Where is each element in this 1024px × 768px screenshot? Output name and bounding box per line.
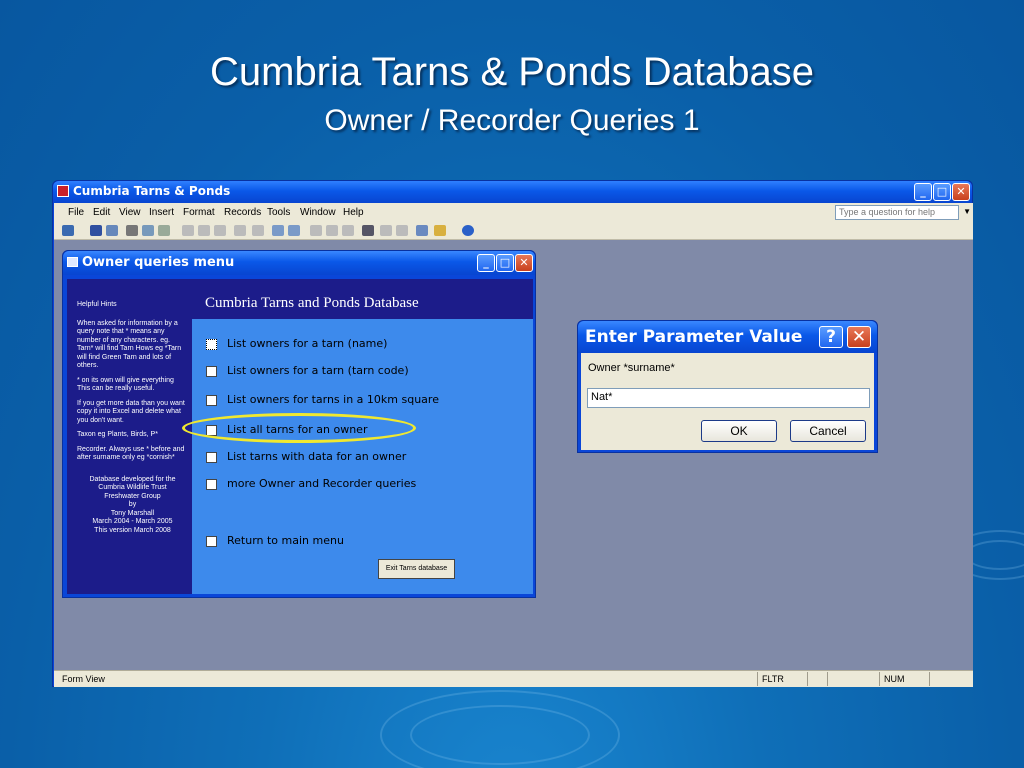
- checkbox-icon[interactable]: [206, 452, 217, 463]
- chevron-down-icon[interactable]: ▼: [963, 207, 971, 216]
- menu-tools[interactable]: Tools: [267, 207, 290, 218]
- option-label: List owners for a tarn (tarn code): [227, 364, 409, 377]
- delete-record-icon[interactable]: [396, 225, 408, 236]
- hint-text: * on its own will give everything This c…: [77, 376, 174, 393]
- database-window-icon[interactable]: [416, 225, 428, 236]
- option-label: List owners for a tarn (name): [227, 337, 388, 350]
- sort-ascending-icon[interactable]: [272, 225, 284, 236]
- menu-help[interactable]: Help: [343, 207, 364, 218]
- dialog-title: Enter Parameter Value: [585, 327, 803, 347]
- form-icon: [67, 257, 78, 267]
- cancel-button[interactable]: Cancel: [790, 420, 866, 442]
- hints-heading: Helpful Hints: [77, 301, 117, 308]
- form-maximize-button[interactable]: □: [496, 254, 514, 272]
- new-record-icon[interactable]: [380, 225, 392, 236]
- checkbox-icon[interactable]: [206, 536, 217, 547]
- dialog-body: Owner *surname* Nat* OK Cancel: [581, 353, 874, 450]
- apply-filter-icon[interactable]: [342, 225, 354, 236]
- find-icon[interactable]: [362, 225, 374, 236]
- minimize-button[interactable]: _: [914, 183, 932, 201]
- status-blank-cell: [807, 672, 827, 686]
- cut-icon[interactable]: [182, 225, 194, 236]
- slide-title: Cumbria Tarns & Ponds Database: [209, 50, 815, 94]
- parameter-prompt: Owner *surname*: [588, 362, 675, 374]
- hint-text: If you get more data than you want copy …: [77, 399, 185, 424]
- undo-icon[interactable]: [234, 225, 246, 236]
- highlight-ellipse: [182, 413, 416, 443]
- access-key-icon: [57, 185, 69, 197]
- checkbox-icon[interactable]: [206, 479, 217, 490]
- option-label: List tarns with data for an owner: [227, 450, 407, 463]
- insert-hyperlink-icon[interactable]: [252, 225, 264, 236]
- view-icon[interactable]: [62, 225, 74, 236]
- water-ripple: [410, 705, 590, 765]
- dialog-titlebar[interactable]: Enter Parameter Value ? ✕: [578, 321, 877, 353]
- credit-line: Database developed for the: [89, 475, 176, 483]
- parameter-input[interactable]: Nat*: [587, 388, 870, 408]
- credit-line: Tony Marshall: [110, 509, 155, 517]
- toolbar: [54, 222, 973, 240]
- status-view-mode: Form View: [62, 674, 105, 684]
- hint-text: When asked for information by a query no…: [77, 319, 182, 370]
- status-filter-indicator: FLTR: [757, 672, 807, 686]
- save-icon[interactable]: [90, 225, 102, 236]
- dialog-close-icon[interactable]: ✕: [847, 326, 871, 348]
- menu-format[interactable]: Format: [183, 207, 215, 218]
- menu-file[interactable]: File: [68, 207, 84, 218]
- form-title: Owner queries menu: [82, 255, 235, 270]
- option-label: List owners for tarns in a 10km square: [227, 393, 439, 406]
- status-blank-cell: [827, 672, 877, 686]
- copy-icon[interactable]: [198, 225, 210, 236]
- close-button[interactable]: ✕: [952, 183, 970, 201]
- exit-database-button[interactable]: Exit Tarns database: [378, 559, 455, 579]
- credit-line: by: [128, 501, 137, 508]
- option-label: Return to main menu: [227, 534, 344, 547]
- checkbox-icon[interactable]: [206, 366, 217, 377]
- menu-window[interactable]: Window: [300, 207, 336, 218]
- credit-line: Freshwater Group: [104, 492, 161, 500]
- credits: Database developed for the Cumbria Wildl…: [77, 476, 188, 536]
- menu-bar: File Edit View Insert Format Records Too…: [54, 203, 973, 222]
- parameter-dialog: Enter Parameter Value ? ✕ Owner *surname…: [577, 320, 878, 453]
- slide-subtitle: Owner / Recorder Queries 1: [324, 104, 700, 137]
- menu-edit[interactable]: Edit: [93, 207, 110, 218]
- menu-insert[interactable]: Insert: [149, 207, 174, 218]
- preview-icon[interactable]: [142, 225, 154, 236]
- query-options: List owners for a tarn (name) List owner…: [192, 319, 533, 594]
- credit-line: Cumbria Wildlife Trust: [98, 484, 167, 491]
- paste-icon[interactable]: [214, 225, 226, 236]
- help-question-icon[interactable]: ?: [819, 326, 843, 348]
- form-heading: Cumbria Tarns and Ponds Database: [192, 279, 533, 319]
- filter-icon[interactable]: [310, 225, 322, 236]
- form-titlebar[interactable]: Owner queries menu _ □ ✕: [63, 251, 535, 275]
- form-minimize-button[interactable]: _: [477, 254, 495, 272]
- hint-text: Taxon eg Plants, Birds, P*: [77, 431, 158, 438]
- help-icon[interactable]: [462, 225, 474, 236]
- checkbox-icon[interactable]: [206, 339, 217, 350]
- helpful-hints-panel: Helpful Hints When asked for information…: [67, 279, 192, 594]
- maximize-button[interactable]: □: [933, 183, 951, 201]
- menu-view[interactable]: View: [119, 207, 141, 218]
- window-titlebar[interactable]: Cumbria Tarns & Ponds _ □ ✕: [53, 181, 972, 203]
- hint-text: Recorder. Always use * before and after …: [77, 445, 185, 462]
- sort-descending-icon[interactable]: [288, 225, 300, 236]
- window-title: Cumbria Tarns & Ponds: [73, 184, 231, 198]
- checkbox-icon[interactable]: [206, 395, 217, 406]
- search-icon[interactable]: [106, 225, 118, 236]
- status-numlock-indicator: NUM: [879, 672, 929, 686]
- ok-button[interactable]: OK: [701, 420, 777, 442]
- help-question-input[interactable]: Type a question for help: [835, 205, 959, 220]
- filter-form-icon[interactable]: [326, 225, 338, 236]
- credit-line: March 2004 - March 2005: [92, 518, 173, 525]
- status-blank-cell: [929, 672, 959, 686]
- spelling-icon[interactable]: [158, 225, 170, 236]
- option-label: more Owner and Recorder queries: [227, 477, 417, 490]
- status-bar: Form View FLTR NUM: [54, 670, 973, 687]
- credit-line: This version March 2008: [94, 526, 171, 534]
- new-object-icon[interactable]: [434, 225, 446, 236]
- form-close-button[interactable]: ✕: [515, 254, 533, 272]
- menu-records[interactable]: Records: [224, 207, 261, 218]
- print-icon[interactable]: [126, 225, 138, 236]
